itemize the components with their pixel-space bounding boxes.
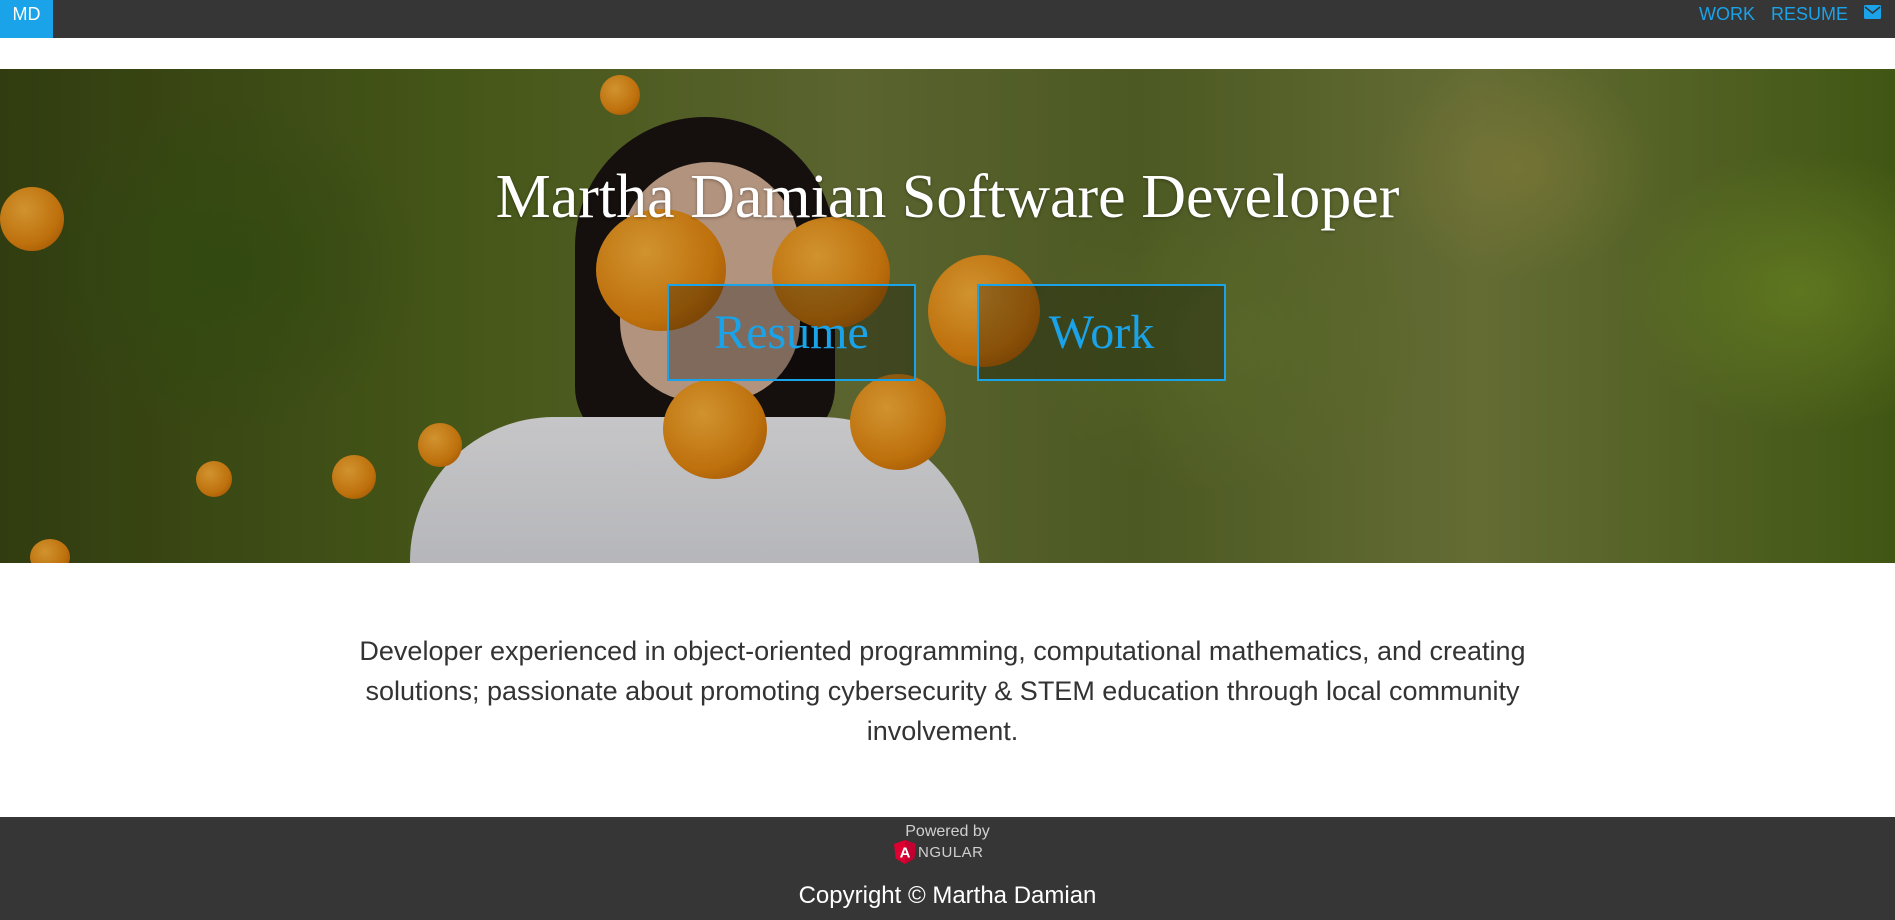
footer: Powered by A NGULAR Copyright © Martha D… <box>0 817 1895 920</box>
work-button[interactable]: Work <box>977 284 1226 381</box>
about-text: Developer experienced in object-oriented… <box>359 636 1526 746</box>
powered-by-label: Powered by <box>905 823 990 840</box>
top-navbar: MD WORK RESUME <box>0 0 1895 38</box>
svg-text:A: A <box>900 845 911 862</box>
envelope-icon <box>1864 5 1881 19</box>
copyright-text: Copyright © Martha Damian <box>798 882 1097 909</box>
nav-link-work[interactable]: WORK <box>1699 4 1755 25</box>
resume-button[interactable]: Resume <box>667 284 916 381</box>
brand-logo-link[interactable]: MD <box>0 0 53 38</box>
angular-logo[interactable]: A NGULAR <box>894 840 984 864</box>
nav-links: WORK RESUME <box>1699 0 1881 28</box>
nav-link-resume[interactable]: RESUME <box>1771 4 1848 25</box>
mail-link[interactable] <box>1864 4 1881 24</box>
angular-shield-icon: A <box>894 840 916 864</box>
hero-title: Martha Damian Software Developer <box>495 163 1400 231</box>
angular-wordmark: NGULAR <box>918 843 984 861</box>
hero-banner: Martha Damian Software Developer Resume … <box>0 69 1895 563</box>
